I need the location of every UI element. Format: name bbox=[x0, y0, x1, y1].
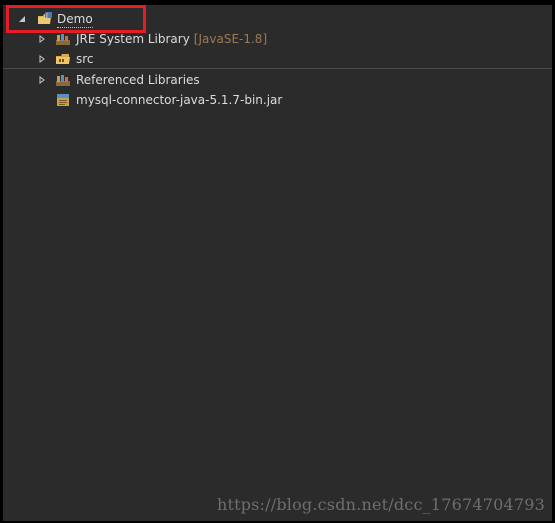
source-folder-icon bbox=[55, 51, 71, 67]
package-explorer: J Demo JRE System Library [JavaSE-1.8] s… bbox=[3, 5, 552, 521]
tree-item-src[interactable]: src bbox=[3, 49, 552, 69]
svg-text:J: J bbox=[45, 13, 47, 19]
tree-item-label: JRE System Library [JavaSE-1.8] bbox=[76, 29, 267, 49]
jre-version-suffix: [JavaSE-1.8] bbox=[193, 32, 268, 46]
tree-item-mysql-connector-jar[interactable]: mysql-connector-java-5.1.7-bin.jar bbox=[3, 90, 552, 110]
tree-item-demo-project[interactable]: J Demo bbox=[3, 9, 552, 29]
java-project-icon: J bbox=[37, 11, 53, 27]
expanded-arrow-icon[interactable] bbox=[17, 9, 27, 29]
library-name: JRE System Library bbox=[76, 32, 190, 46]
tree-item-label: Referenced Libraries bbox=[76, 73, 200, 87]
collapsed-arrow-icon[interactable] bbox=[37, 29, 47, 49]
project-label: Demo bbox=[57, 12, 93, 28]
library-icon bbox=[55, 31, 71, 47]
project-tree: J Demo JRE System Library [JavaSE-1.8] s… bbox=[3, 5, 552, 110]
watermark-text: https://blog.csdn.net/dcc_17674704793 bbox=[216, 495, 545, 514]
tree-item-referenced-libraries[interactable]: Referenced Libraries bbox=[3, 70, 552, 90]
jar-icon bbox=[55, 92, 71, 108]
tree-item-jre-system-library[interactable]: JRE System Library [JavaSE-1.8] bbox=[3, 29, 552, 49]
collapsed-arrow-icon[interactable] bbox=[37, 70, 47, 90]
tree-item-label: mysql-connector-java-5.1.7-bin.jar bbox=[76, 93, 283, 107]
collapsed-arrow-icon[interactable] bbox=[37, 49, 47, 69]
tree-item-label: src bbox=[76, 52, 94, 66]
library-icon bbox=[55, 72, 71, 88]
